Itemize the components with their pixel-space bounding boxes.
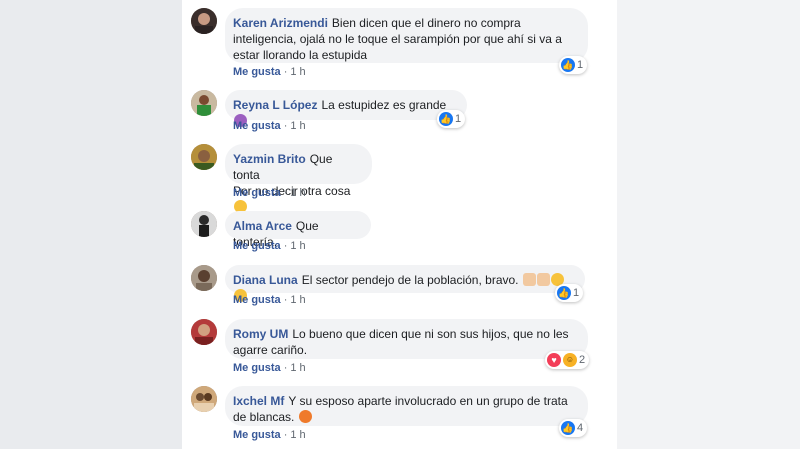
- reactions-summary[interactable]: 👍 1: [437, 110, 466, 128]
- comment-timestamp[interactable]: 1 h: [290, 66, 305, 78]
- comment-actions: Me gusta · 1 h: [233, 240, 306, 252]
- comment-timestamp[interactable]: 1 h: [290, 187, 305, 199]
- separator: ·: [283, 362, 288, 374]
- haha-reaction-icon: ☺: [563, 353, 577, 367]
- page-background-left: [0, 0, 182, 449]
- separator: ·: [283, 187, 288, 199]
- comment-actions: Me gusta · 1 h: [233, 362, 306, 374]
- reaction-count: 1: [573, 287, 580, 299]
- angry-face-emoji-icon: [298, 410, 312, 423]
- separator: ·: [283, 240, 288, 252]
- comment-actions: Me gusta · 1 h: [233, 120, 306, 132]
- clapping-hands-emoji-icon: [522, 273, 536, 286]
- love-reaction-icon: ♥: [547, 353, 561, 367]
- comment-timestamp[interactable]: 1 h: [290, 362, 305, 374]
- like-button[interactable]: Me gusta: [233, 66, 281, 78]
- comment-author[interactable]: Ixchel Mf: [233, 394, 284, 408]
- comment-bubble: Ixchel Mf Y su esposo aparte involucrado …: [225, 386, 588, 426]
- separator: ·: [283, 120, 288, 132]
- reaction-count: 1: [577, 59, 584, 71]
- avatar[interactable]: [191, 319, 217, 345]
- reactions-summary[interactable]: 👍 1: [555, 284, 584, 302]
- like-button[interactable]: Me gusta: [233, 362, 281, 374]
- comments-feed: Karen Arizmendi Bien dicen que el dinero …: [182, 0, 617, 449]
- avatar[interactable]: [191, 386, 217, 412]
- avatar[interactable]: [191, 8, 217, 34]
- comment-bubble: Alma Arce Que tontería.: [225, 211, 371, 249]
- comment-timestamp[interactable]: 1 h: [290, 294, 305, 306]
- comment-timestamp[interactable]: 1 h: [290, 429, 305, 441]
- like-reaction-icon: 👍: [557, 286, 571, 300]
- like-button[interactable]: Me gusta: [233, 294, 281, 306]
- comment-actions: Me gusta · 1 h: [233, 294, 306, 306]
- like-button[interactable]: Me gusta: [233, 187, 281, 199]
- separator: ·: [283, 429, 288, 441]
- avatar[interactable]: [191, 211, 217, 237]
- comment-text: El sector pendejo de la población, bravo…: [301, 273, 519, 287]
- page-background-right: [617, 0, 800, 449]
- comment-author[interactable]: Karen Arizmendi: [233, 16, 328, 30]
- like-reaction-icon: 👍: [439, 112, 453, 126]
- reactions-summary[interactable]: 👍 1: [559, 56, 588, 74]
- avatar[interactable]: [191, 265, 217, 291]
- comment-text: La estupidez es grande: [321, 98, 447, 112]
- reaction-count: 1: [455, 113, 462, 125]
- comment-timestamp[interactable]: 1 h: [290, 240, 305, 252]
- avatar[interactable]: [191, 144, 217, 170]
- separator: ·: [283, 294, 288, 306]
- like-button[interactable]: Me gusta: [233, 240, 281, 252]
- comment-author[interactable]: Alma Arce: [233, 219, 292, 233]
- reactions-summary[interactable]: ♥ ☺ 2: [545, 351, 590, 369]
- comment-author[interactable]: Yazmin Brito: [233, 152, 306, 166]
- comment-actions: Me gusta · 1 h: [233, 187, 306, 199]
- comment-actions: Me gusta · 1 h: [233, 66, 306, 78]
- comment-bubble: Karen Arizmendi Bien dicen que el dinero …: [225, 8, 588, 63]
- comment-bubble: Yazmin Brito Que tonta Por no decir otra …: [225, 144, 372, 213]
- separator: ·: [283, 66, 288, 78]
- comment-author[interactable]: Reyna L López: [233, 98, 317, 112]
- comment-actions: Me gusta · 1 h: [233, 429, 306, 441]
- reaction-count: 4: [577, 422, 584, 434]
- comment-author[interactable]: Romy UM: [233, 327, 288, 341]
- reaction-count: 2: [579, 354, 586, 366]
- comment-timestamp[interactable]: 1 h: [290, 120, 305, 132]
- comment-bubble: Diana Luna El sector pendejo de la poblac…: [225, 265, 585, 302]
- reactions-summary[interactable]: 👍 4: [559, 419, 588, 437]
- clapping-hands-emoji-icon: [536, 273, 550, 286]
- like-button[interactable]: Me gusta: [233, 429, 281, 441]
- comment-author[interactable]: Diana Luna: [233, 273, 298, 287]
- comment-bubble: Reyna L López La estupidez es grande: [225, 90, 467, 127]
- like-button[interactable]: Me gusta: [233, 120, 281, 132]
- comment-bubble: Romy UM Lo bueno que dicen que ni son sus…: [225, 319, 588, 359]
- like-reaction-icon: 👍: [561, 421, 575, 435]
- like-reaction-icon: 👍: [561, 58, 575, 72]
- avatar[interactable]: [191, 90, 217, 116]
